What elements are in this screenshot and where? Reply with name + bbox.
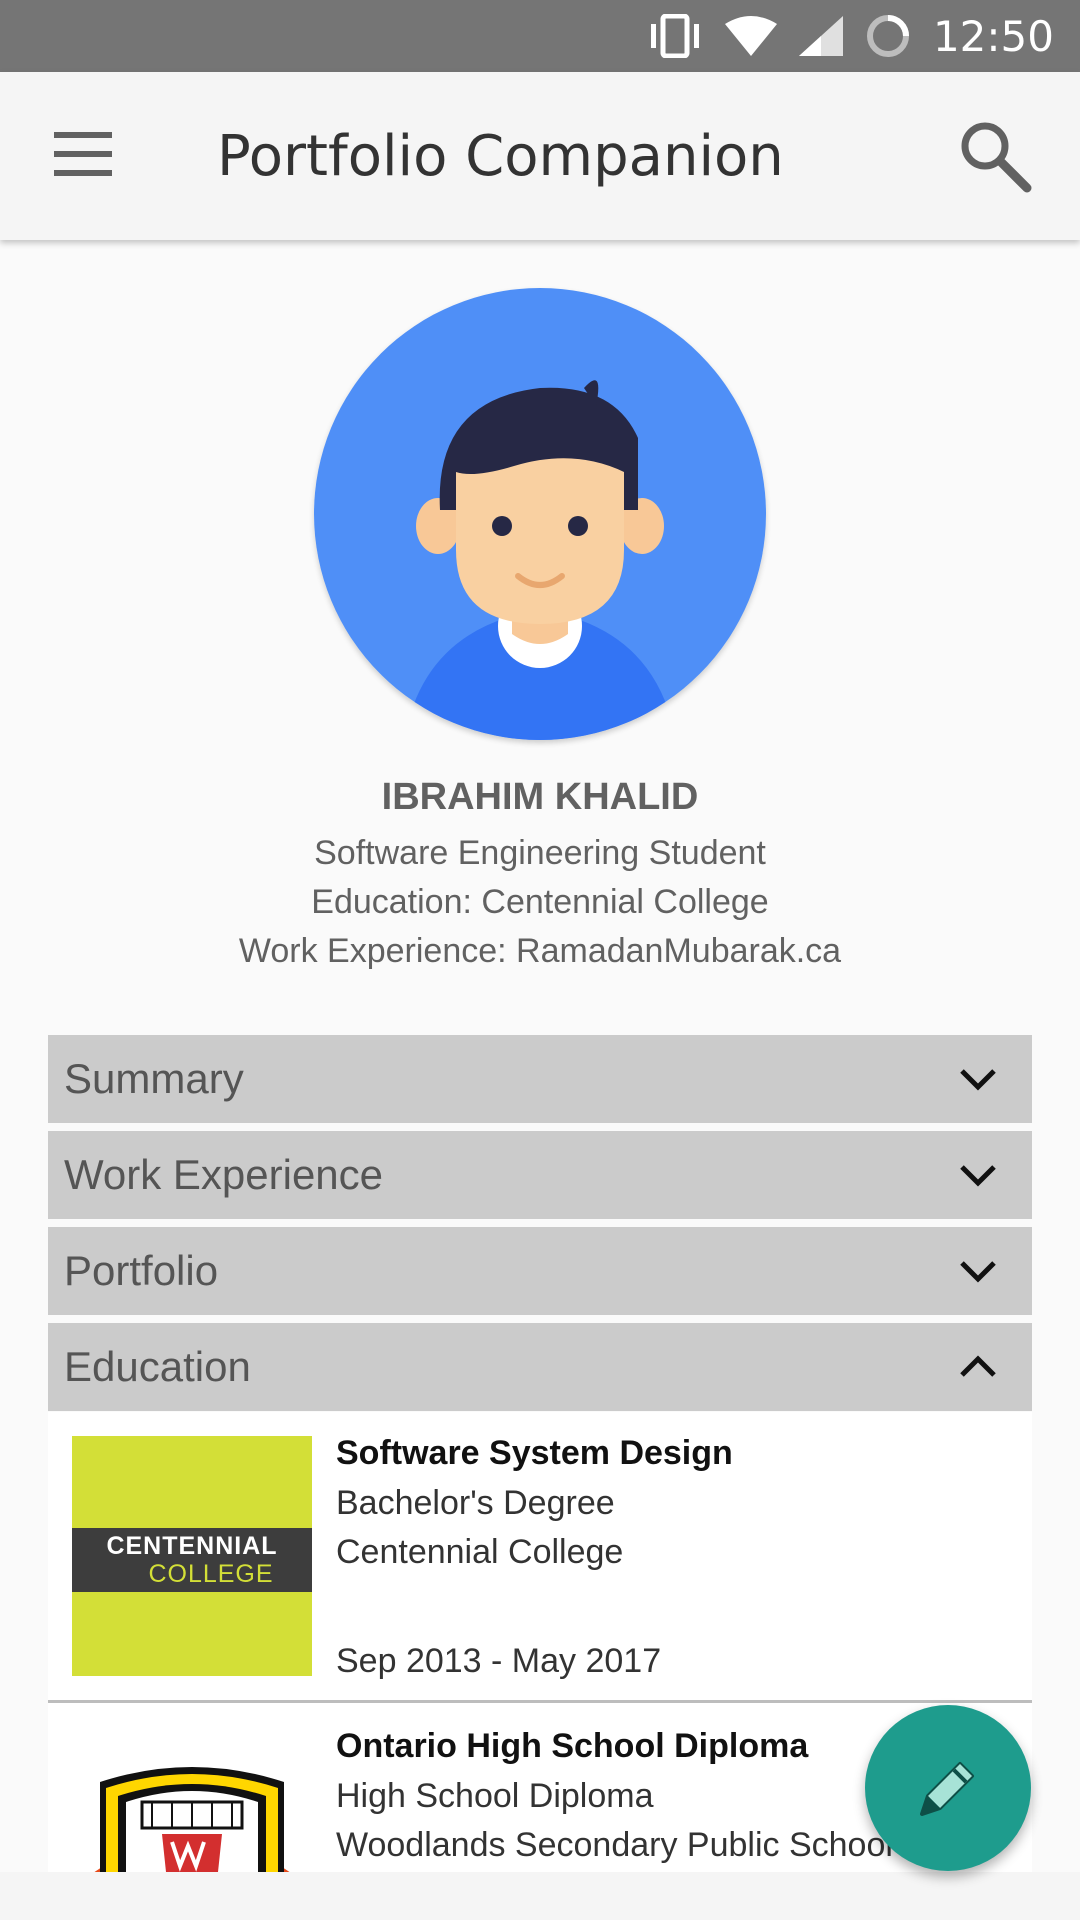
battery-icon [866, 15, 909, 57]
centennial-college-logo: CENTENNIAL COLLEGE [72, 1436, 312, 1676]
avatar-illustration [314, 288, 766, 740]
section-label: Portfolio [64, 1247, 219, 1294]
section-work-experience[interactable]: Work Experience [48, 1131, 1032, 1219]
section-education[interactable]: Education [48, 1323, 1032, 1411]
education-title: Ontario High School Diploma [336, 1727, 809, 1765]
menu-icon [54, 132, 112, 138]
logo-text-line1: CENTENNIAL [106, 1532, 278, 1560]
section-label: Education [64, 1343, 251, 1390]
profile-name: IBRAHIM KHALID [381, 776, 699, 818]
edit-fab-button[interactable] [865, 1705, 1031, 1871]
profile-education: Education: Centennial College [311, 883, 769, 921]
search-icon [961, 122, 1032, 193]
education-degree: High School Diploma [336, 1777, 654, 1815]
app-bar: Portfolio Companion [0, 72, 1080, 240]
status-time: 12:50 [932, 11, 1054, 61]
chevron-down-icon [960, 1165, 996, 1187]
education-degree: Bachelor's Degree [336, 1484, 615, 1522]
section-label: Work Experience [64, 1151, 384, 1198]
education-school: Woodlands Secondary Public School [336, 1826, 893, 1864]
chevron-down-icon [960, 1069, 996, 1091]
vibrate-icon [650, 14, 699, 58]
pencil-icon [920, 1762, 974, 1816]
woodlands-crest-logo [94, 1767, 290, 1872]
content: IBRAHIM KHALID Software Engineering Stud… [0, 240, 1080, 1872]
menu-icon-bar [54, 170, 112, 176]
logo-text-line2: COLLEGE [148, 1560, 274, 1588]
signal-icon [798, 16, 843, 56]
education-school: Centennial College [336, 1533, 624, 1571]
section-summary[interactable]: Summary [48, 1035, 1032, 1123]
status-icons: 12:50 [647, 0, 1054, 72]
avatar [314, 288, 766, 740]
menu-button[interactable] [54, 132, 112, 176]
education-dates: Sep 2013 - May 2017 [336, 1642, 662, 1680]
section-label: Summary [64, 1055, 244, 1102]
section-portfolio[interactable]: Portfolio [48, 1227, 1032, 1315]
app-title: Portfolio Companion [217, 124, 784, 189]
status-bar: 12:50 [0, 0, 1080, 72]
list-item[interactable]: CENTENNIAL COLLEGE Software System Desig… [48, 1412, 1032, 1702]
profile-work: Work Experience: RamadanMubarak.ca [238, 932, 842, 970]
menu-icon-bar [54, 151, 112, 157]
wifi-icon [724, 16, 777, 56]
chevron-down-icon [960, 1261, 996, 1283]
chevron-up-icon [960, 1355, 996, 1377]
search-button[interactable] [955, 116, 1035, 196]
education-title: Software System Design [336, 1434, 733, 1472]
profile-role: Software Engineering Student [314, 834, 766, 872]
